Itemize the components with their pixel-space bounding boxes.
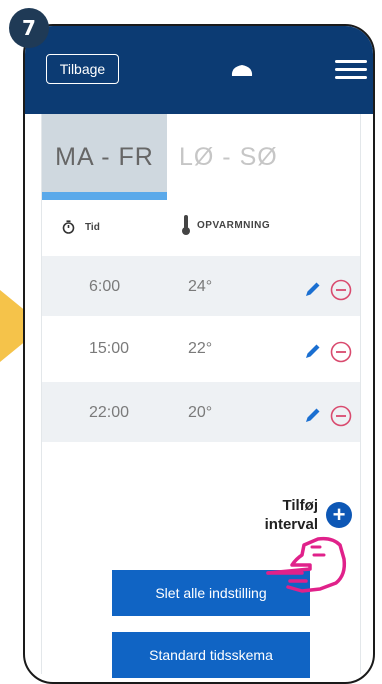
step-number-badge: 7: [9, 8, 49, 48]
pencil-icon[interactable]: [304, 406, 322, 424]
heating-column-label: OPVARMNING: [197, 219, 271, 231]
active-tab-indicator: [42, 192, 167, 200]
top-bar: Tilbage: [25, 26, 373, 114]
row-temp: 20°: [188, 404, 213, 421]
tab-weekend-label: LØ - SØ: [179, 142, 278, 171]
thermometer-icon: [182, 215, 190, 235]
schedule-row: 15:00 22°: [42, 318, 360, 378]
row-time: 15:00: [89, 340, 130, 357]
add-interval-label-line1: Tilføj: [282, 497, 318, 514]
standard-schedule-button[interactable]: Standard tidsskema: [112, 632, 310, 678]
step-number: 7: [22, 16, 36, 40]
row-temp: 24°: [188, 278, 213, 295]
day-tabs: MA - FR LØ - SØ: [42, 114, 360, 200]
pointing-hand-icon: [266, 536, 347, 593]
tab-weekdays-label: MA - FR: [55, 142, 154, 171]
time-column-header: Tid: [62, 220, 100, 234]
column-header: Tid OPVARMNING: [42, 200, 360, 256]
schedule-row: 6:00 24°: [42, 256, 360, 316]
remove-icon[interactable]: [330, 279, 352, 301]
remove-icon[interactable]: [330, 405, 352, 427]
thermostat-icon: [231, 65, 253, 76]
pencil-icon[interactable]: [304, 342, 322, 360]
hamburger-menu-icon[interactable]: [335, 60, 367, 80]
row-time: 22:00: [89, 404, 130, 421]
row-temp: 22°: [188, 340, 213, 357]
schedule-row: 22:00 20°: [42, 382, 360, 442]
pencil-icon[interactable]: [304, 280, 322, 298]
row-time: 6:00: [89, 278, 121, 295]
tab-weekend[interactable]: LØ - SØ: [167, 114, 287, 200]
remove-icon[interactable]: [330, 341, 352, 363]
back-button[interactable]: Tilbage: [46, 54, 119, 84]
tab-weekdays[interactable]: MA - FR: [42, 114, 167, 200]
heating-column-header: OPVARMNING: [181, 214, 270, 236]
time-column-label: Tid: [85, 221, 100, 233]
stopwatch-icon: [62, 220, 75, 234]
